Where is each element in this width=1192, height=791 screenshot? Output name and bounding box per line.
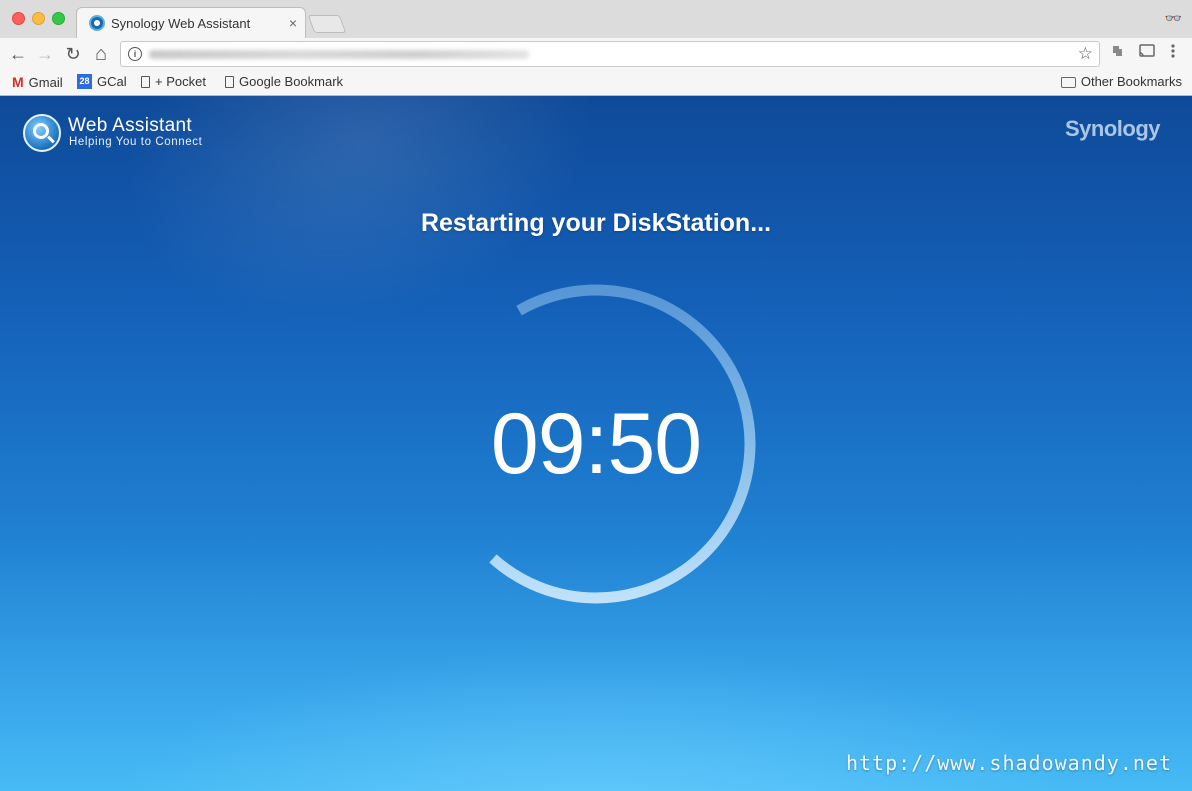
synology-logo: Synology [1064,116,1161,141]
blurred-url [149,50,529,59]
page-icon [141,75,150,88]
page-icon [225,75,234,88]
restart-headline: Restarting your DiskStation... [420,209,772,237]
minimize-window-button[interactable] [32,12,45,25]
bookmark-google-bookmark[interactable]: Google Bookmark [225,74,343,89]
window-titlebar: Synology Web Assistant × 👓 [0,0,1192,39]
maximize-window-button[interactable] [52,12,65,25]
other-bookmarks[interactable]: Other Bookmarks [1060,74,1182,89]
countdown-timer: 09:50 [490,396,702,492]
address-bar[interactable]: i ☆ [120,41,1100,67]
gmail-icon: M [12,74,24,90]
bookmarks-bar: M Gmail 28 GCal + Pocket Google Bookmark… [0,70,1192,96]
kebab-menu-icon[interactable] [1170,43,1176,64]
incognito-icon: 👓 [1164,10,1182,26]
calendar-icon: 28 [77,74,92,89]
reload-icon[interactable]: ↻ [61,42,85,66]
cast-icon[interactable] [1138,43,1156,64]
bookmark-pocket[interactable]: + Pocket [141,74,206,89]
new-tab-button[interactable] [307,15,347,33]
extension-icon[interactable] [1110,43,1126,64]
bookmark-gmail[interactable]: M Gmail [12,74,63,90]
web-assistant-page: Web Assistant Helping You to Connect Syn… [0,96,1192,791]
home-icon[interactable]: ⌂ [89,42,113,66]
close-window-button[interactable] [12,12,25,25]
web-assistant-subtitle: Helping You to Connect [69,136,203,148]
bookmark-star-icon[interactable]: ☆ [1078,44,1093,64]
bookmark-gcal[interactable]: 28 GCal [77,74,127,89]
tab-title: Synology Web Assistant [111,16,251,31]
synology-favicon-icon [89,15,105,31]
tab-close-icon[interactable]: × [289,14,297,32]
web-assistant-logo-icon [23,114,61,152]
folder-icon [1060,77,1076,88]
web-assistant-title: Web Assistant [68,115,192,136]
watermark-url: http://www.shadowandy.net [845,751,1172,775]
tab-synology-web-assistant[interactable]: Synology Web Assistant × [76,7,306,39]
browser-toolbar: ← → ↻ ⌂ i ☆ [0,38,1192,70]
forward-arrow-icon[interactable]: → [33,42,57,66]
back-arrow-icon[interactable]: ← [6,42,30,66]
site-info-icon[interactable]: i [128,47,142,61]
